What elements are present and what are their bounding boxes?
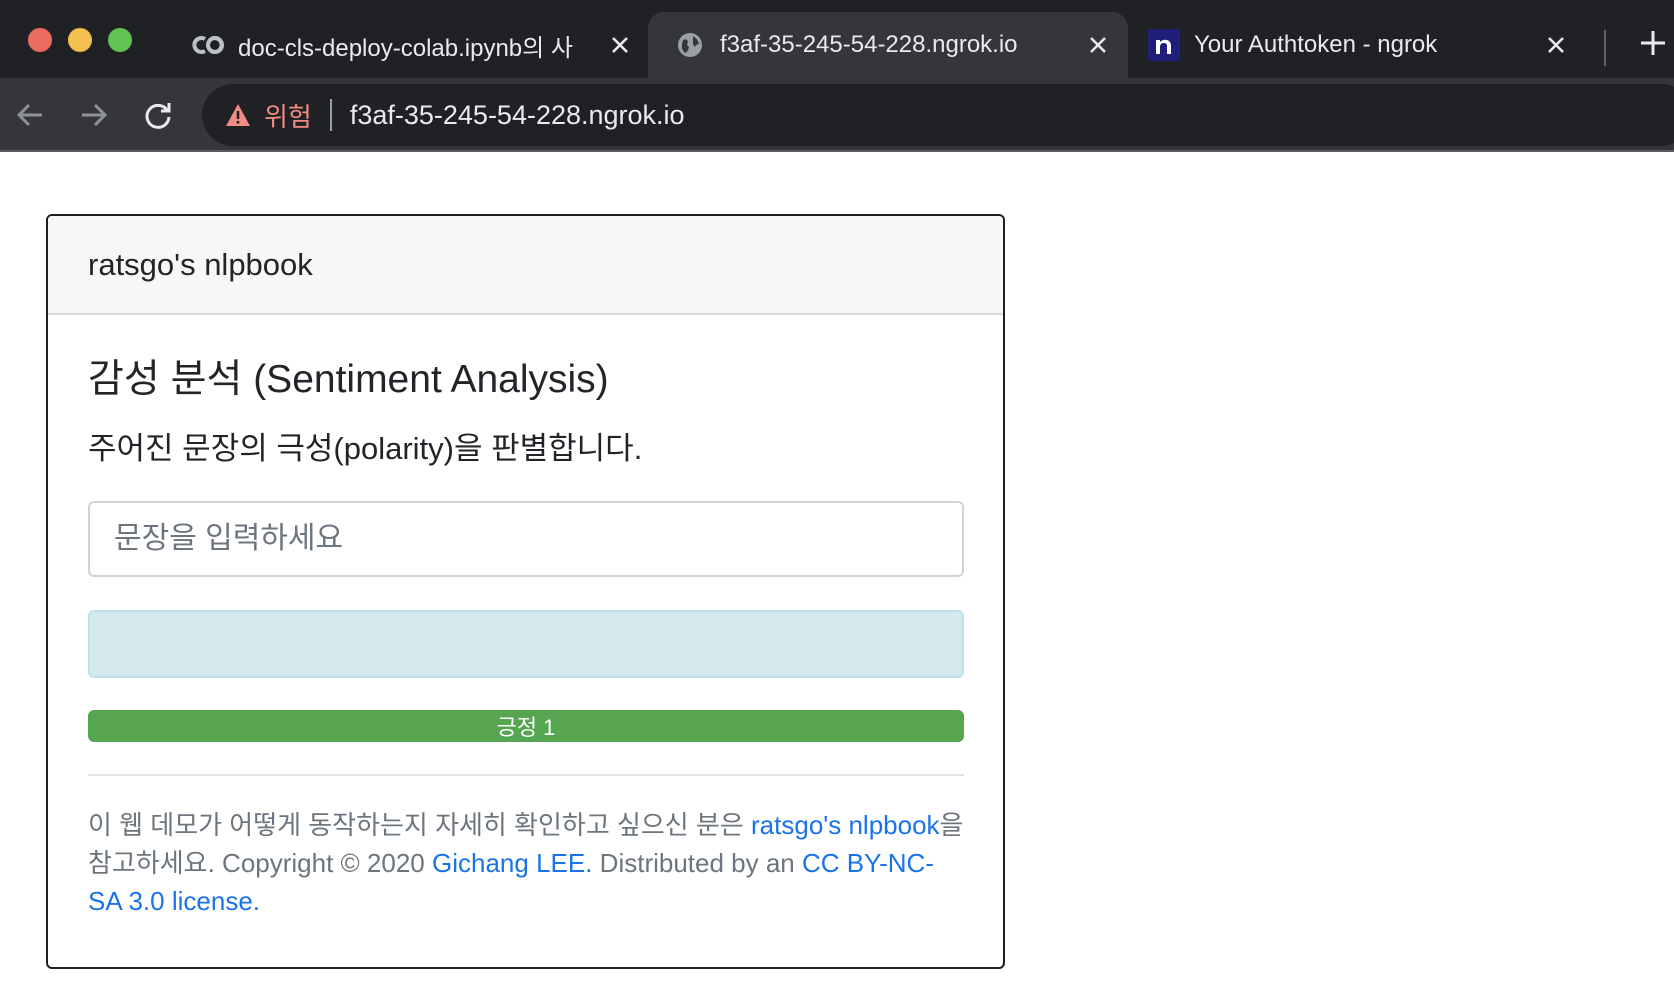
minimize-window-button[interactable] (68, 28, 92, 52)
tab-title: doc-cls-deploy-colab.ipynb의 사 (238, 34, 573, 62)
browser-toolbar: 위험 f3af-35-245-54-228.ngrok.io (0, 78, 1674, 152)
footer-text-part: 이 웹 데모가 어떻게 동작하는지 자세히 확인하고 싶으신 분은 (88, 810, 752, 840)
warning-icon[interactable] (224, 101, 252, 129)
plus-icon (1641, 31, 1665, 55)
demo-card: ratsgo's nlpbook 감성 분석 (Sentiment Analys… (46, 214, 1005, 969)
sentence-input[interactable] (88, 501, 964, 577)
maximize-window-button[interactable] (108, 28, 132, 52)
globe-icon (674, 29, 706, 61)
tab-title: f3af-35-245-54-228.ngrok.io (720, 31, 1018, 58)
page-title: 감성 분석 (Sentiment Analysis) (88, 358, 609, 401)
brand-title: ratsgo's nlpbook (88, 246, 313, 282)
close-icon[interactable] (1540, 29, 1572, 61)
forward-button[interactable] (74, 95, 114, 135)
nlpbook-link[interactable]: ratsgo's nlpbook (751, 810, 940, 840)
progress-label: 긍정 1 (496, 715, 556, 740)
omnibox-divider (329, 99, 332, 131)
result-alert-box (88, 610, 964, 678)
divider (88, 774, 964, 776)
arrow-right-icon (82, 103, 108, 127)
url-text[interactable]: f3af-35-245-54-228.ngrok.io (350, 100, 685, 131)
back-button[interactable] (10, 95, 50, 135)
positive-progress-bar: 긍정 1 (88, 710, 964, 742)
tab-strip: doc-cls-deploy-colab.ipynb의 사 f3af-35-24… (0, 0, 1674, 78)
tab-separator (1604, 30, 1606, 66)
close-icon[interactable] (1082, 29, 1114, 61)
tab-colab[interactable]: doc-cls-deploy-colab.ipynb의 사 (192, 12, 640, 78)
security-warning-label[interactable]: 위험 (264, 97, 312, 134)
tab-ngrok-authtoken[interactable]: Your Authtoken - ngrok (1148, 12, 1572, 78)
card-body: 감성 분석 (Sentiment Analysis) 주어진 문장의 극성(po… (48, 355, 1003, 920)
reload-button[interactable] (138, 95, 178, 135)
tab-ngrok-page[interactable]: f3af-35-245-54-228.ngrok.io (648, 12, 1128, 78)
close-icon[interactable] (604, 29, 636, 61)
close-window-button[interactable] (28, 28, 52, 52)
ngrok-icon (1148, 29, 1180, 61)
footer-text: 이 웹 데모가 어떻게 동작하는지 자세히 확인하고 싶으신 분은 ratsgo… (88, 806, 964, 920)
new-tab-button[interactable] (1636, 26, 1670, 60)
sentiment-progress: 긍정 1 (88, 710, 964, 742)
card-header: ratsgo's nlpbook (48, 216, 1003, 315)
footer-text-part: Distributed by an (592, 848, 802, 878)
colab-icon (192, 29, 224, 61)
author-link[interactable]: Gichang LEE. (432, 848, 592, 878)
reload-icon (145, 103, 171, 129)
arrow-left-icon (16, 103, 42, 127)
page-description: 주어진 문장의 극성(polarity)을 판별합니다. (88, 431, 643, 466)
address-bar[interactable]: 위험 f3af-35-245-54-228.ngrok.io (202, 84, 1674, 146)
tab-title: Your Authtoken - ngrok (1194, 31, 1438, 58)
